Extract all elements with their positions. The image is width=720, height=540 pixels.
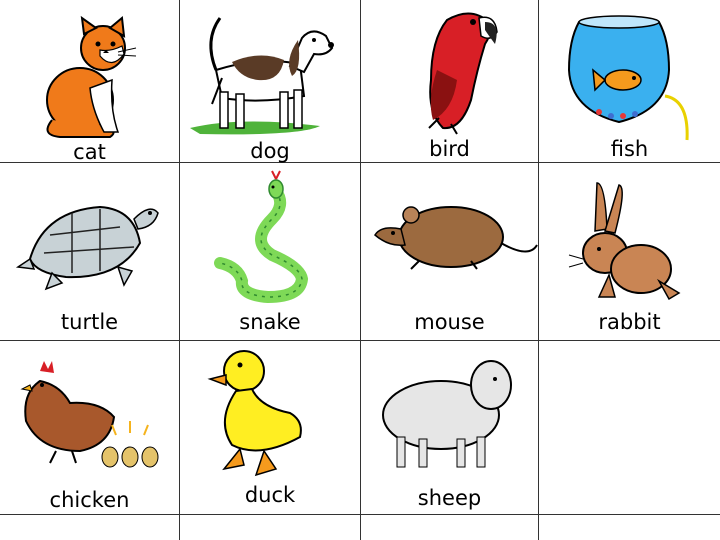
- animal-card-snake: snake: [180, 163, 360, 340]
- animal-label: duck: [244, 483, 296, 507]
- animal-label: bird: [429, 137, 470, 161]
- animal-label: turtle: [60, 310, 119, 334]
- animal-card-fish: fish: [539, 0, 720, 162]
- cat-icon: [46, 15, 137, 138]
- animal-card-sheep: sheep: [361, 341, 538, 514]
- grid-line: [0, 514, 720, 515]
- dog-icon: [190, 17, 334, 135]
- empty-card: [539, 341, 720, 514]
- animal-label: dog: [250, 139, 290, 163]
- animal-label: chicken: [49, 488, 130, 512]
- animal-card-duck: duck: [180, 341, 360, 514]
- animal-label: cat: [73, 140, 106, 164]
- animal-card-chicken: chicken: [0, 341, 179, 514]
- animal-label: snake: [239, 310, 301, 334]
- animal-label: mouse: [414, 310, 485, 334]
- animal-card-turtle: turtle: [0, 163, 179, 340]
- animal-card-cat: cat: [0, 0, 179, 164]
- animal-card-bird: bird: [361, 0, 538, 162]
- animal-card-mouse: mouse: [361, 163, 538, 340]
- animal-label: rabbit: [598, 310, 661, 334]
- animal-card-dog: dog: [180, 0, 360, 163]
- animal-label: fish: [610, 137, 649, 161]
- animal-card-rabbit: rabbit: [539, 163, 720, 340]
- animal-label: sheep: [417, 486, 482, 510]
